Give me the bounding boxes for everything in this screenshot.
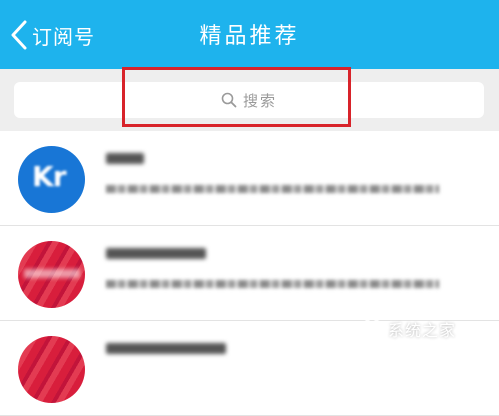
item-title-blurred [106,153,144,164]
watermark-text: 系统之家 [388,321,457,340]
top-navigation-bar: 订阅号 精品推荐 [0,0,499,69]
avatar-decoration [24,269,80,278]
watermark: 系统之家 [359,315,491,343]
page-title: 精品推荐 [199,24,300,49]
watermark-logo-icon [359,316,388,342]
list-item[interactable]: Kr [0,131,499,226]
item-description-blurred [106,185,439,193]
avatar [18,241,85,308]
item-description-blurred [106,280,439,288]
avatar-initials: Kr [32,160,67,193]
avatar: Kr [18,146,85,213]
item-title-blurred [106,248,206,259]
highlight-annotation-box [122,67,351,127]
list-item[interactable] [0,226,499,321]
item-title-blurred [106,343,226,354]
avatar [18,336,85,403]
